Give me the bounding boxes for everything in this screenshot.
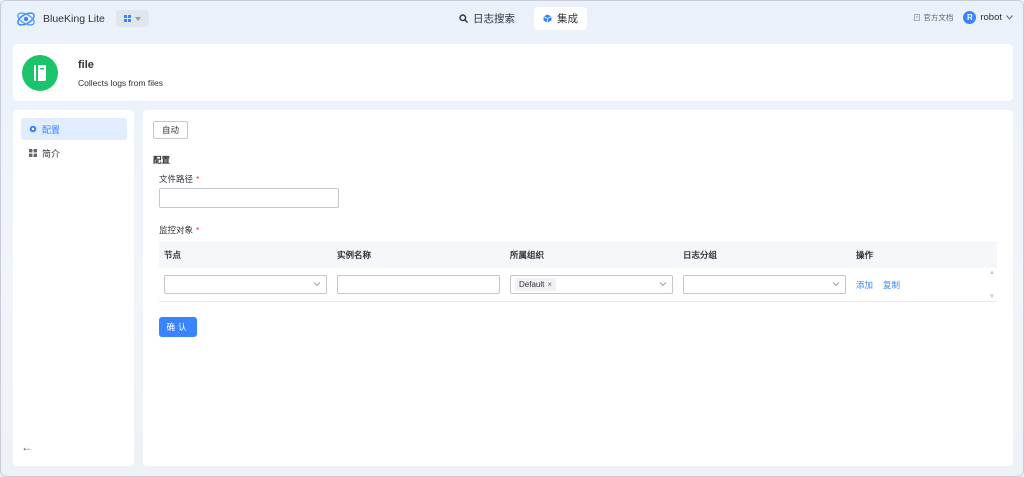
file-path-label: 文件路径 *: [159, 174, 200, 184]
collapse-back-icon[interactable]: ←: [21, 440, 33, 454]
side-item-label: 配置: [42, 124, 61, 135]
side-item-config[interactable]: 配置: [21, 118, 127, 140]
node-select[interactable]: [164, 275, 327, 294]
header-right: 官方文档 R robot: [914, 11, 1013, 24]
required-mark: *: [196, 174, 200, 184]
nav-log-search[interactable]: 日志搜索: [450, 7, 524, 30]
plugin-header-card: file Collects logs from files: [13, 44, 1013, 101]
side-menu: 配置 简介 ←: [13, 110, 134, 466]
plugin-name: file: [78, 59, 94, 71]
section-title: 配置: [153, 155, 171, 165]
instance-name-input[interactable]: [337, 275, 500, 294]
apps-grid-icon: [124, 15, 131, 22]
user-name: robot: [980, 12, 1002, 23]
monitor-table: 节点 实例名称 所属组织 日志分组 操作 Default × 添加 复制 ▲ ▼: [159, 241, 997, 302]
col-instance-name: 实例名称: [337, 249, 372, 260]
caret-down-icon: [135, 16, 141, 21]
file-path-input[interactable]: [159, 188, 339, 208]
organization-select[interactable]: Default ×: [510, 275, 673, 294]
side-item-label: 简介: [42, 148, 61, 159]
required-mark: *: [196, 225, 200, 235]
brand-name: BlueKing Lite: [43, 13, 105, 25]
col-node: 节点: [164, 249, 182, 260]
search-icon: [459, 14, 468, 23]
table-row: Default × 添加 复制 ▲ ▼: [159, 268, 997, 302]
copy-row-link[interactable]: 复制: [883, 279, 900, 291]
confirm-button[interactable]: 确认: [159, 317, 197, 337]
avatar: R: [963, 11, 977, 24]
chevron-down-icon: [659, 282, 667, 287]
brand[interactable]: BlueKing Lite: [15, 9, 105, 29]
docs-label: 官方文档: [923, 13, 954, 22]
add-row-link[interactable]: 添加: [856, 279, 873, 291]
document-icon: [914, 14, 921, 21]
cube-icon: [543, 14, 552, 23]
app-window: BlueKing Lite 日志搜索 集成 官方文档 R robot file …: [0, 0, 1024, 477]
docs-link[interactable]: 官方文档: [914, 12, 953, 23]
monitor-target-label: 监控对象 *: [159, 225, 200, 235]
log-group-select[interactable]: [683, 275, 846, 294]
nav-integration[interactable]: 集成: [534, 7, 587, 30]
top-header: BlueKing Lite 日志搜索 集成 官方文档 R robot: [1, 1, 1023, 37]
side-item-intro[interactable]: 简介: [21, 142, 127, 164]
main-nav: 日志搜索 集成: [450, 7, 587, 30]
plugin-description: Collects logs from files: [78, 78, 164, 88]
col-organization: 所属组织: [510, 249, 545, 260]
nav-label: 日志搜索: [473, 13, 515, 25]
plugin-icon: [22, 55, 58, 91]
app-switcher[interactable]: [116, 10, 149, 27]
chevron-down-icon: [313, 282, 321, 287]
nav-label: 集成: [557, 13, 578, 25]
table-header: 节点 实例名称 所属组织 日志分组 操作: [159, 241, 997, 268]
col-log-group: 日志分组: [683, 249, 718, 260]
table-scrollbar[interactable]: ▲ ▼: [989, 270, 995, 300]
scroll-down-icon[interactable]: ▼: [989, 294, 995, 300]
blueking-logo-icon: [17, 12, 35, 26]
user-menu[interactable]: R robot: [963, 11, 1013, 24]
chevron-down-icon: [1006, 15, 1013, 20]
config-panel: 自动 配置 文件路径* 监控对象* 节点 实例名称 所属组织 日志分组 操作: [143, 110, 1013, 466]
chevron-down-icon: [832, 282, 840, 287]
mode-auto-button[interactable]: 自动: [153, 121, 189, 139]
gear-icon: [29, 125, 37, 133]
file-book-icon: [34, 65, 46, 81]
org-tag: Default ×: [515, 278, 557, 291]
scroll-up-icon[interactable]: ▲: [989, 270, 995, 276]
col-actions: 操作: [856, 249, 874, 260]
grid-icon: [29, 149, 37, 157]
tag-close-icon[interactable]: ×: [547, 280, 552, 289]
